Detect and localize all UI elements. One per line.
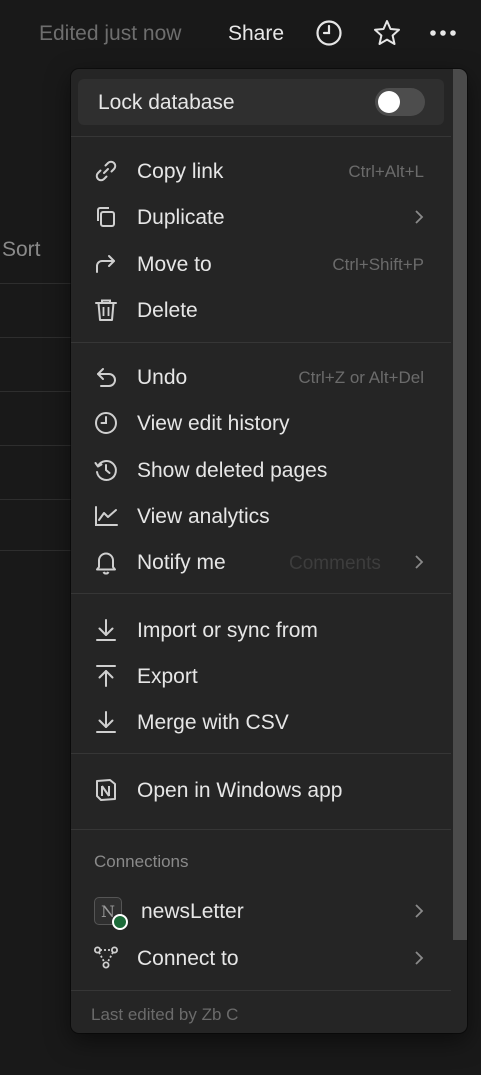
toggle-knob [378,91,400,113]
menu-item-label: Duplicate [137,206,225,229]
clock-icon[interactable] [314,18,344,48]
menu-item-notify-me[interactable]: Notify me Comments [71,540,451,584]
menu-item-copy-link[interactable]: Copy link Ctrl+Alt+L [71,149,451,193]
table-row-divider [0,391,72,392]
edited-status: Edited just now [39,22,182,45]
chevron-right-icon [412,207,426,227]
table-row-divider [0,445,72,446]
menu-item-label: Export [137,665,198,688]
clock-icon [93,410,119,436]
menu-divider [71,829,451,830]
menu-item-undo[interactable]: Undo Ctrl+Z or Alt+Del [71,355,451,399]
menu-item-show-deleted-pages[interactable]: Show deleted pages [71,448,451,492]
menu-item-label: Notify me [137,551,226,574]
bell-icon [93,549,119,575]
last-edited-footer: Last edited by Zb C [91,1005,239,1024]
connections-heading: Connections [94,852,189,871]
menu-item-label: Undo [137,366,188,389]
menu-item-label: Move to [137,253,212,276]
chevron-right-icon [412,552,426,572]
menu-item-label: Import or sync from [137,619,318,642]
menu-item-open-windows-app[interactable]: Open in Windows app [71,768,451,812]
merge-icon [93,709,119,735]
menu-item-merge-csv[interactable]: Merge with CSV [71,700,451,744]
link-icon [93,158,119,184]
undo-icon [93,364,119,390]
table-row-divider [0,499,72,500]
menu-item-label: View edit history [137,412,290,435]
chevron-right-icon [412,948,426,968]
connection-item-connect-to[interactable]: Connect to [71,936,451,980]
menu-item-move-to[interactable]: Move to Ctrl+Shift+P [71,242,451,286]
notion-icon [93,777,119,803]
menu-scrollbar[interactable] [453,69,467,940]
duplicate-icon [93,204,119,230]
menu-item-view-edit-history[interactable]: View edit history [71,401,451,445]
shortcut-hint: Ctrl+Alt+L [348,162,424,181]
menu-item-label: Show deleted pages [137,459,328,482]
connect-icon [93,945,119,971]
sort-button[interactable]: Sort [2,238,41,262]
more-icon[interactable] [428,18,458,48]
connected-status-icon [112,914,128,930]
lock-database-label: Lock database [98,91,235,114]
notify-current-value: Comments [289,553,381,574]
top-bar: Edited just now Share [0,0,481,68]
export-icon [93,663,119,689]
table-row-divider [0,337,72,338]
menu-item-label: Connect to [137,947,239,970]
menu-item-duplicate[interactable]: Duplicate [71,195,451,239]
import-icon [93,617,119,643]
lock-database-row[interactable]: Lock database [78,79,444,125]
menu-item-label: Merge with CSV [137,711,289,734]
table-row-divider [0,550,72,551]
menu-divider [71,342,451,343]
menu-item-import[interactable]: Import or sync from [71,608,451,652]
table-row-divider [0,283,72,284]
menu-divider [71,593,451,594]
menu-divider [71,990,451,991]
menu-item-export[interactable]: Export [71,654,451,698]
restore-icon [93,457,119,483]
menu-divider [71,753,451,754]
lock-database-toggle[interactable] [375,88,425,116]
share-button[interactable]: Share [228,22,284,46]
menu-item-label: Delete [137,299,198,322]
menu-item-delete[interactable]: Delete [71,288,451,332]
page-options-menu: Lock database Copy link Ctrl+Alt+L Dupli… [71,69,467,1033]
menu-divider [71,136,451,137]
shortcut-hint: Ctrl+Shift+P [332,255,424,274]
connection-item-newsletter[interactable]: newsLetter [71,889,451,933]
menu-item-label: newsLetter [141,900,244,923]
shortcut-hint: Ctrl+Z or Alt+Del [298,368,424,387]
menu-item-label: Open in Windows app [137,779,343,802]
analytics-icon [93,503,119,529]
move-icon [93,251,119,277]
menu-item-label: View analytics [137,505,270,528]
trash-icon [93,297,119,323]
menu-item-label: Copy link [137,160,224,183]
star-icon[interactable] [372,18,402,48]
chevron-right-icon [412,901,426,921]
menu-item-view-analytics[interactable]: View analytics [71,494,451,538]
